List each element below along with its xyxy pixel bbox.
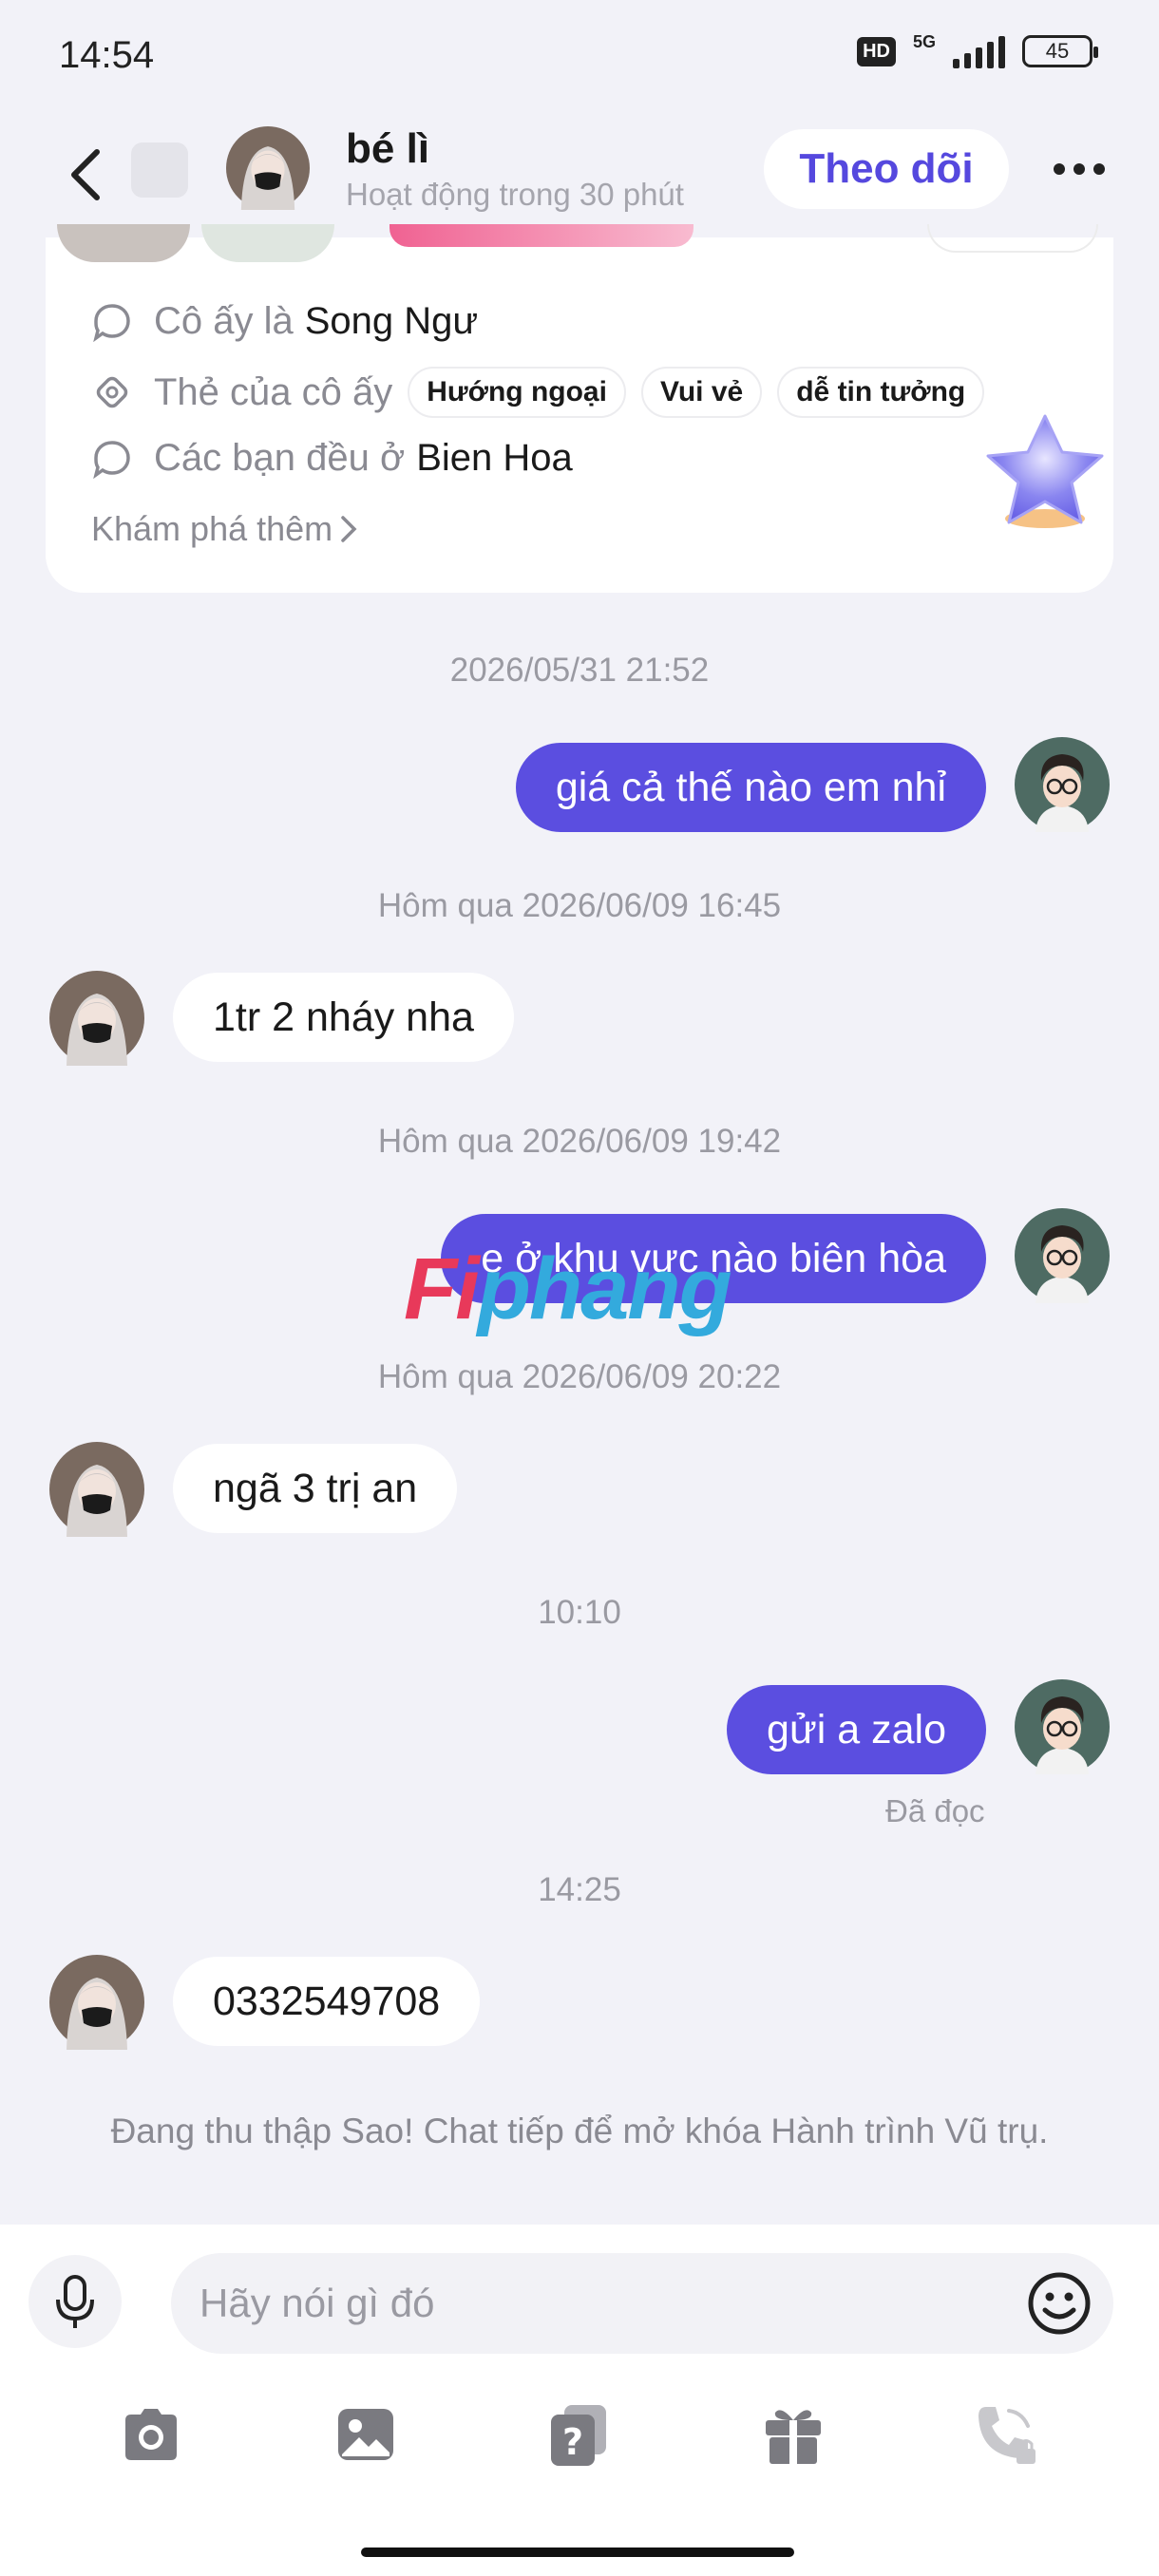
more-icon[interactable] (1045, 142, 1113, 196)
read-receipt: Đã đọc (885, 1793, 985, 1828)
tags-row: Thẻ của cô ấy Hướng ngoại Vui vẻ dễ tin … (91, 367, 985, 418)
timestamp: Hôm qua 2026/06/09 19:42 (377, 1123, 782, 1160)
profile-chip-peek (927, 224, 1098, 253)
contact-avatar[interactable] (49, 971, 144, 1066)
profile-badge-peek (390, 224, 694, 247)
timestamp: 14:25 (538, 1871, 621, 1908)
zodiac-label: Cô ấy là (154, 300, 294, 342)
location-label: Các bạn đều ở (154, 437, 406, 479)
input-placeholder: Hãy nói gì đó (200, 2281, 435, 2325)
timestamp: 10:10 (538, 1594, 621, 1631)
timestamp: Hôm qua 2026/06/09 20:22 (377, 1358, 782, 1395)
mic-icon (56, 2275, 94, 2328)
message-incoming[interactable]: 1tr 2 nháy nha (173, 973, 514, 1062)
zodiac-row: Cô ấy là Song Ngư (91, 300, 478, 343)
hd-badge: HD (857, 36, 896, 66)
timestamp: 2026/05/31 21:52 (449, 652, 710, 689)
message-input[interactable]: Hãy nói gì đó (171, 2253, 1113, 2354)
tag-chip[interactable]: dễ tin tưởng (777, 367, 985, 418)
tag-chip[interactable]: Hướng ngoại (408, 367, 626, 418)
chat-bubble-icon (91, 301, 133, 343)
my-avatar[interactable] (1015, 1208, 1110, 1303)
header-avatar[interactable] (226, 126, 310, 210)
activity-status: Hoạt động trong 30 phút (346, 177, 684, 212)
camera-icon[interactable] (118, 2401, 184, 2468)
chevron-right-icon (341, 516, 357, 542)
tags-label: Thẻ của cô ấy (154, 370, 393, 413)
mic-button[interactable] (28, 2255, 122, 2348)
emoji-icon[interactable] (1026, 2270, 1092, 2337)
location-row: Các bạn đều ở Bien Hoa (91, 437, 573, 480)
status-time: 14:54 (59, 34, 155, 76)
my-avatar[interactable] (1015, 737, 1110, 832)
signal-icon (953, 34, 1005, 68)
message-outgoing[interactable]: giá cả thế nào em nhỉ (515, 743, 986, 832)
star-collection-notice: Đang thu thập Sao! Chat tiếp để mở khóa … (110, 2112, 1049, 2150)
timestamp: Hôm qua 2026/06/09 16:45 (377, 887, 782, 924)
tag-chip[interactable]: Vui vẻ (640, 367, 763, 418)
location-value: Bien Hoa (416, 437, 573, 479)
zodiac-value: Song Ngư (304, 300, 479, 342)
contact-avatar[interactable] (49, 1955, 144, 2050)
home-indicator[interactable] (361, 2548, 794, 2557)
svg-text:?: ? (562, 2421, 583, 2463)
watermark-logo: Fiphang (404, 1240, 732, 1339)
gift-icon[interactable] (760, 2401, 826, 2468)
profile-photo-peek (201, 224, 334, 262)
back-icon (71, 149, 100, 200)
battery-icon: 45 (1022, 35, 1098, 67)
network-label: 5G (912, 31, 936, 51)
watermark-part2: phang (477, 1241, 732, 1337)
explore-label: Khám phá thêm (91, 509, 333, 548)
back-button[interactable] (57, 141, 114, 209)
contact-name: bé lì (346, 125, 430, 172)
chat-bubble-icon (91, 438, 133, 480)
call-locked-icon[interactable] (973, 2401, 1039, 2468)
message-outgoing[interactable]: gửi a zalo (727, 1685, 986, 1774)
message-incoming[interactable]: 0332549708 (173, 1957, 481, 2046)
contact-avatar[interactable] (49, 1442, 144, 1537)
puzzle-icon (91, 371, 133, 413)
status-icons: HD 5G 45 (857, 31, 1098, 68)
gallery-icon[interactable] (332, 2401, 399, 2468)
message-incoming[interactable]: ngã 3 trị an (173, 1444, 458, 1533)
star-icon[interactable] (978, 407, 1112, 540)
explore-more-link[interactable]: Khám phá thêm (91, 509, 357, 549)
my-avatar[interactable] (1015, 1679, 1110, 1774)
profile-photo-peek (57, 224, 190, 262)
follow-button[interactable]: Theo dõi (764, 129, 1009, 209)
question-card-icon[interactable]: ? (545, 2401, 612, 2468)
placeholder-square (131, 142, 188, 198)
battery-level: 45 (1045, 39, 1070, 63)
watermark-part1: Fi (404, 1241, 480, 1337)
